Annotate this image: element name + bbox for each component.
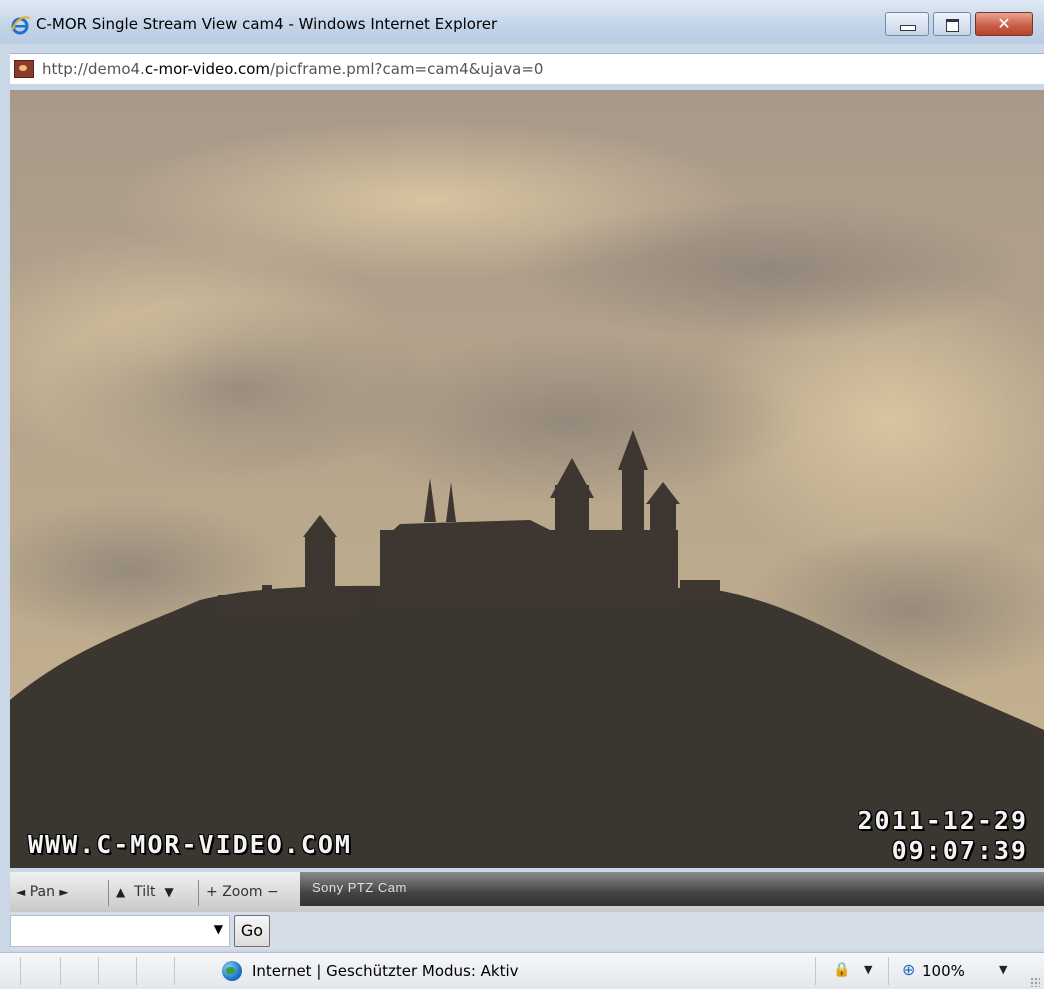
tilt-control: ▲ Tilt ▼ (116, 872, 174, 912)
minimize-button[interactable] (885, 12, 929, 36)
zoom-level[interactable]: 100% (922, 962, 965, 980)
ie-logo-icon (11, 16, 30, 35)
status-bar: Internet | Geschützter Modus: Aktiv 🔒 ▼ … (0, 952, 1044, 989)
url-domain: c-mor-video.com (144, 60, 270, 78)
chevron-down-icon[interactable]: ▼ (999, 963, 1007, 976)
preset-row: ▼ Go (10, 912, 1044, 950)
close-icon: ✕ (997, 14, 1011, 33)
ptz-control-bar: ◄ Pan ► ▲ Tilt ▼ + Zoom − Sony PTZ Cam (10, 872, 1044, 912)
status-divider (20, 957, 21, 985)
title-bar[interactable]: C-MOR Single Stream View cam4 - Windows … (0, 0, 1044, 44)
go-button[interactable]: Go (234, 915, 270, 947)
status-divider (98, 957, 99, 985)
tilt-down-button[interactable]: ▼ (164, 885, 173, 899)
chevron-down-icon[interactable]: ▼ (214, 922, 223, 936)
timestamp-date: 2011-12-29 (857, 806, 1028, 835)
camera-stream-image: WWW.C-MOR-VIDEO.COM 2011-12-29 09:07:39 (10, 90, 1044, 868)
resize-grip[interactable] (1030, 977, 1040, 987)
status-divider (174, 957, 175, 985)
globe-icon (222, 961, 242, 981)
pan-right-button[interactable]: ► (59, 885, 68, 899)
preset-select[interactable]: ▼ (10, 915, 230, 947)
maximize-icon (946, 19, 959, 32)
pan-left-button[interactable]: ◄ (16, 885, 25, 899)
status-divider (60, 957, 61, 985)
castle-scene-image (10, 90, 1044, 868)
pan-label: Pan (29, 884, 55, 900)
browser-window: C-MOR Single Stream View cam4 - Windows … (0, 0, 1044, 989)
status-divider (888, 957, 889, 985)
status-divider (136, 957, 137, 985)
url-suffix: /picframe.pml?cam=cam4&ujava=0 (270, 60, 544, 78)
url-prefix: http://demo4. (42, 60, 145, 78)
zoom-control: + Zoom − (206, 872, 279, 912)
url-text[interactable]: http://demo4.c-mor-video.com/picframe.pm… (42, 60, 543, 78)
camera-name: Sony PTZ Cam (312, 880, 407, 895)
watermark-text: WWW.C-MOR-VIDEO.COM (28, 830, 352, 859)
tilt-up-button[interactable]: ▲ (116, 885, 125, 899)
control-divider (108, 880, 109, 906)
security-zone-text[interactable]: Internet | Geschützter Modus: Aktiv (252, 962, 519, 980)
chevron-down-icon[interactable]: ▼ (864, 963, 872, 976)
maximize-button[interactable] (933, 12, 971, 36)
zoom-in-button[interactable]: + (206, 884, 218, 900)
zoom-label: Zoom (222, 884, 263, 900)
address-bar[interactable]: http://demo4.c-mor-video.com/picframe.pm… (10, 53, 1044, 84)
timestamp-time: 09:07:39 (891, 836, 1028, 865)
status-divider (815, 957, 816, 985)
close-button[interactable]: ✕ (975, 12, 1033, 36)
pan-control: ◄ Pan ► (16, 872, 69, 912)
minimize-icon (900, 25, 916, 31)
zoom-out-button[interactable]: − (267, 884, 279, 900)
camera-name-bar: Sony PTZ Cam (300, 872, 1044, 906)
tilt-label: Tilt (134, 884, 156, 900)
zoom-icon[interactable]: ⊕ (902, 960, 915, 979)
window-title: C-MOR Single Stream View cam4 - Windows … (36, 15, 498, 33)
control-divider (198, 880, 199, 906)
page-favicon-icon (14, 60, 34, 78)
lock-icon[interactable]: 🔒 (833, 962, 850, 978)
